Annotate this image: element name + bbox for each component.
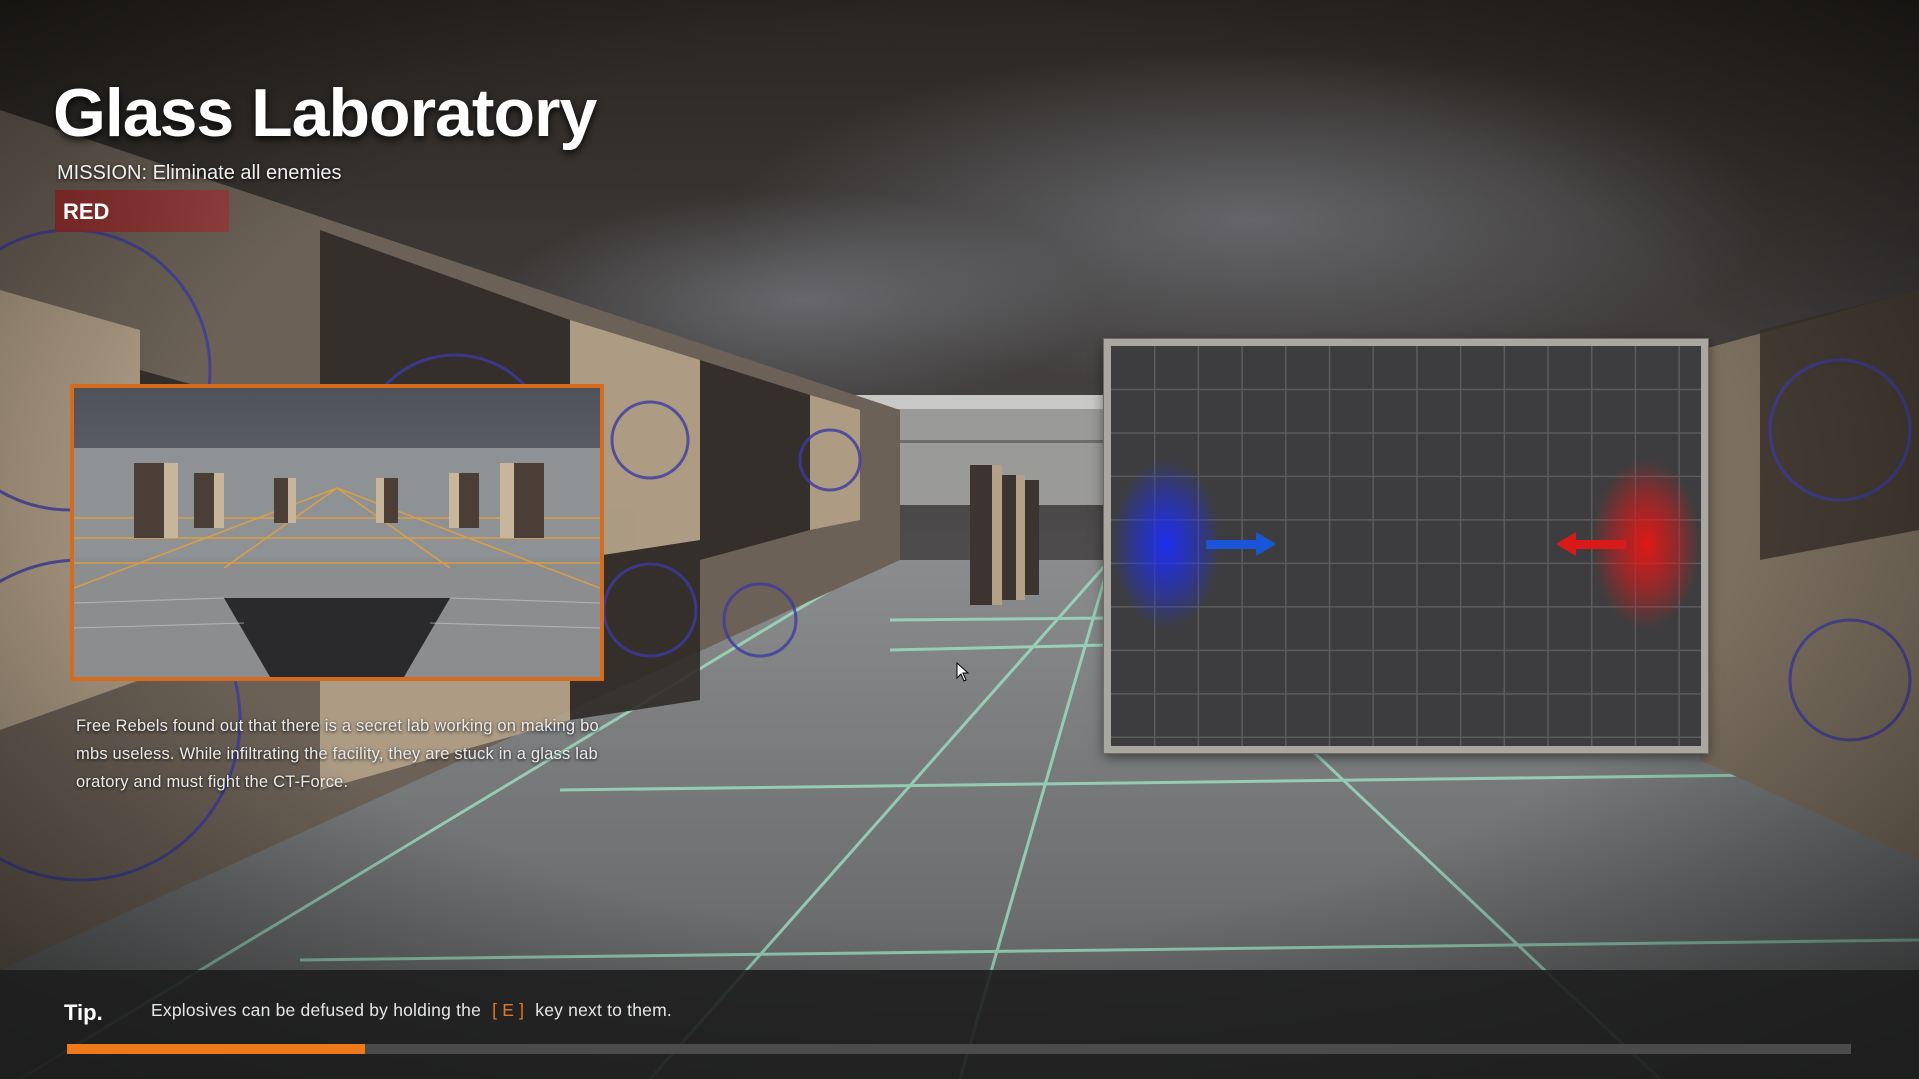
blue-spawn-zone bbox=[1111, 459, 1221, 629]
map-preview-image bbox=[70, 384, 604, 681]
map-overview-grid bbox=[1111, 346, 1701, 746]
loading-progress-fill bbox=[67, 1044, 365, 1054]
mission-objective: MISSION: Eliminate all enemies bbox=[57, 162, 342, 184]
map-title: Glass Laboratory bbox=[53, 75, 597, 151]
tip-key-hint: [ E ] bbox=[492, 1000, 525, 1020]
tip-text-before: Explosives can be defused by holding the bbox=[151, 1000, 482, 1020]
mouse-cursor-icon bbox=[956, 662, 970, 682]
map-overview bbox=[1104, 339, 1708, 753]
loading-progress-bar bbox=[67, 1044, 1851, 1054]
tip-text: Explosives can be defused by holding the… bbox=[151, 1000, 672, 1021]
map-description: Free Rebels found out that there is a se… bbox=[76, 717, 599, 791]
team-badge: RED bbox=[55, 190, 229, 232]
tip-heading: Tip. bbox=[64, 1000, 103, 1025]
tip-bar: Tip. Explosives can be defused by holdin… bbox=[0, 970, 1919, 1079]
tip-text-after: key next to them. bbox=[535, 1000, 672, 1020]
team-label: RED bbox=[63, 199, 110, 224]
map-preview-render bbox=[74, 388, 600, 677]
